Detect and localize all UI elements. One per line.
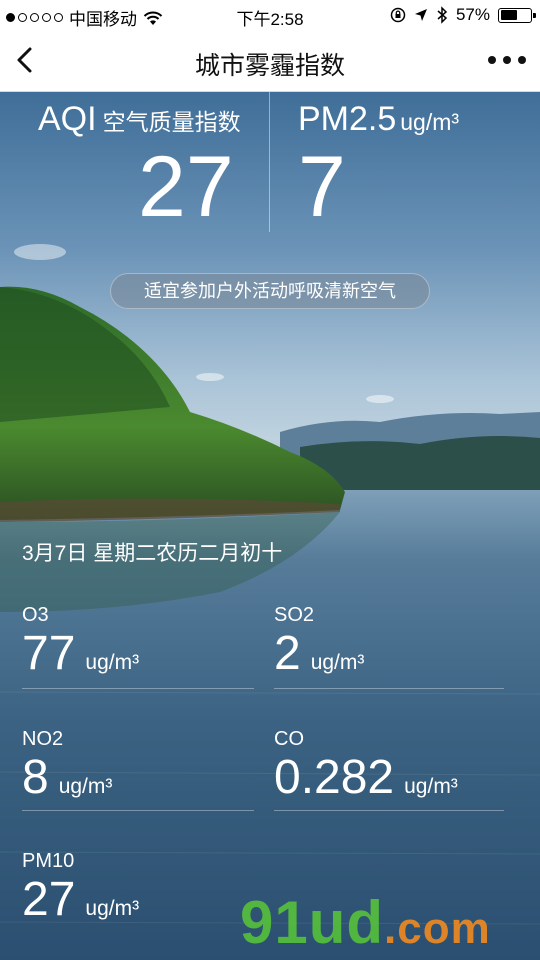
status-right: 57% [390, 5, 536, 25]
metric-unit: ug/m³ [404, 775, 458, 798]
battery-icon [498, 7, 536, 23]
battery-level [500, 10, 518, 20]
metric-name: PM10 [22, 850, 75, 872]
metric-name: NO2 [22, 728, 64, 750]
rotation-lock-icon [390, 7, 406, 23]
status-bar: 中国移动 下午2:58 57% [0, 0, 540, 30]
metric-so2: SO2 2 ug/m³ [274, 604, 364, 679]
metric-name: SO2 [274, 604, 315, 626]
metric-name: O3 [22, 604, 49, 626]
pm25-value: 7 [298, 139, 346, 235]
metric-value: 2 [274, 627, 301, 680]
more-dots-icon [488, 56, 496, 64]
pm25-header: PM2.5 ug/m³ [298, 100, 459, 139]
metric-no2: NO2 8 ug/m³ [22, 728, 112, 803]
divider [274, 810, 504, 811]
aqi-value: 27 [138, 139, 234, 235]
bluetooth-icon [437, 6, 448, 24]
metric-name: CO [274, 728, 304, 750]
metric-unit: ug/m³ [85, 897, 140, 920]
pm25-unit: ug/m³ [400, 109, 460, 135]
more-button[interactable] [488, 50, 526, 70]
divider [274, 688, 504, 689]
metric-value: 0.282 [274, 751, 395, 804]
watermark: 91ud.com [240, 888, 491, 957]
divider [22, 810, 254, 811]
pm25-label: PM2.5 [298, 100, 397, 138]
air-quality-panel: AQI 空气质量指数 27 PM2.5 ug/m³ 7 适宜参加户外活动呼吸清新空气… [0, 92, 540, 960]
aqi-header: AQI 空气质量指数 [38, 100, 241, 139]
location-icon [414, 9, 427, 21]
metric-value: 8 [22, 751, 49, 804]
metric-co: CO 0.282 ug/m³ [274, 728, 458, 803]
aqi-label: AQI [38, 100, 97, 138]
metric-value: 27 [22, 873, 76, 926]
watermark-suffix: .com [384, 904, 491, 953]
advice-badge: 适宜参加户外活动呼吸清新空气 [110, 273, 430, 309]
page-title: 城市雾霾指数 [194, 52, 345, 80]
panel-content: AQI 空气质量指数 27 PM2.5 ug/m³ 7 适宜参加户外活动呼吸清新空气… [0, 92, 540, 960]
metric-unit: ug/m³ [310, 651, 365, 674]
aqi-label-zh: 空气质量指数 [102, 109, 241, 135]
watermark-main: 91ud [240, 889, 385, 956]
metric-pm10: PM10 27 ug/m³ [22, 850, 139, 925]
metric-value: 77 [22, 627, 76, 680]
date-line: 3月7日 星期二农历二月初十 [22, 542, 283, 565]
metric-o3: O3 77 ug/m³ [22, 604, 139, 679]
divider [22, 688, 254, 689]
nav-bar: 城市雾霾指数 [0, 30, 540, 92]
metric-unit: ug/m³ [58, 775, 113, 798]
summary-divider [269, 92, 270, 232]
metric-unit: ug/m³ [85, 651, 140, 674]
battery-percent: 57% [455, 5, 490, 24]
